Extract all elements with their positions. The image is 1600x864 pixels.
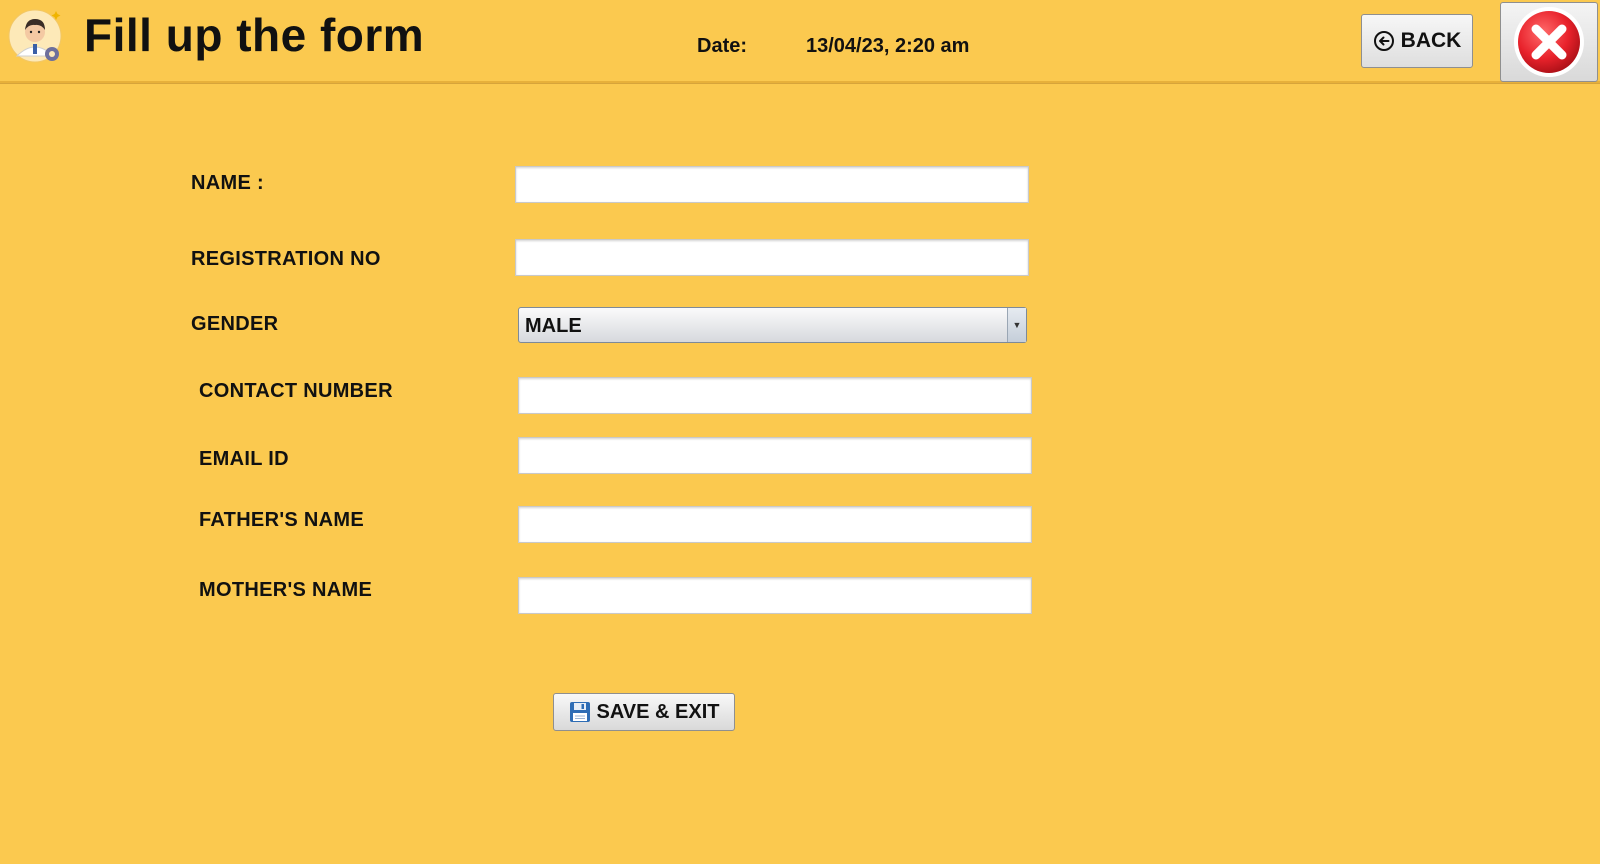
close-icon: [1511, 4, 1587, 80]
floppy-disk-icon: [569, 701, 591, 723]
contact-number-label: CONTACT NUMBER: [199, 380, 393, 402]
back-button[interactable]: BACK: [1361, 14, 1473, 68]
chevron-down-icon[interactable]: ▼: [1007, 308, 1026, 342]
date-value: 13/04/23, 2:20 am: [806, 35, 970, 57]
email-id-input[interactable]: [518, 437, 1032, 474]
back-arrow-icon: [1373, 30, 1395, 52]
close-button[interactable]: [1500, 2, 1598, 82]
name-input[interactable]: [515, 166, 1029, 203]
user-settings-icon: [8, 8, 64, 64]
header-bar: Fill up the form Date: 13/04/23, 2:20 am…: [0, 0, 1600, 83]
contact-number-input[interactable]: [518, 377, 1032, 414]
registration-no-input[interactable]: [515, 239, 1029, 276]
gender-select[interactable]: MALE ▼: [518, 307, 1027, 343]
gender-selected-value: MALE: [525, 315, 582, 337]
mothers-name-input[interactable]: [518, 577, 1032, 614]
mothers-name-label: MOTHER'S NAME: [199, 579, 373, 601]
fathers-name-input[interactable]: [518, 506, 1032, 543]
save-exit-label: SAVE & EXIT: [596, 700, 720, 723]
back-button-label: BACK: [1400, 29, 1462, 52]
date-label: Date:: [697, 35, 748, 57]
email-id-label: EMAIL ID: [199, 448, 289, 470]
registration-no-label: REGISTRATION NO: [191, 248, 381, 270]
page-title: Fill up the form: [84, 9, 425, 61]
name-label: NAME :: [191, 172, 264, 194]
gender-label: GENDER: [191, 313, 279, 335]
fathers-name-label: FATHER'S NAME: [199, 509, 364, 531]
save-exit-button[interactable]: SAVE & EXIT: [553, 693, 735, 731]
